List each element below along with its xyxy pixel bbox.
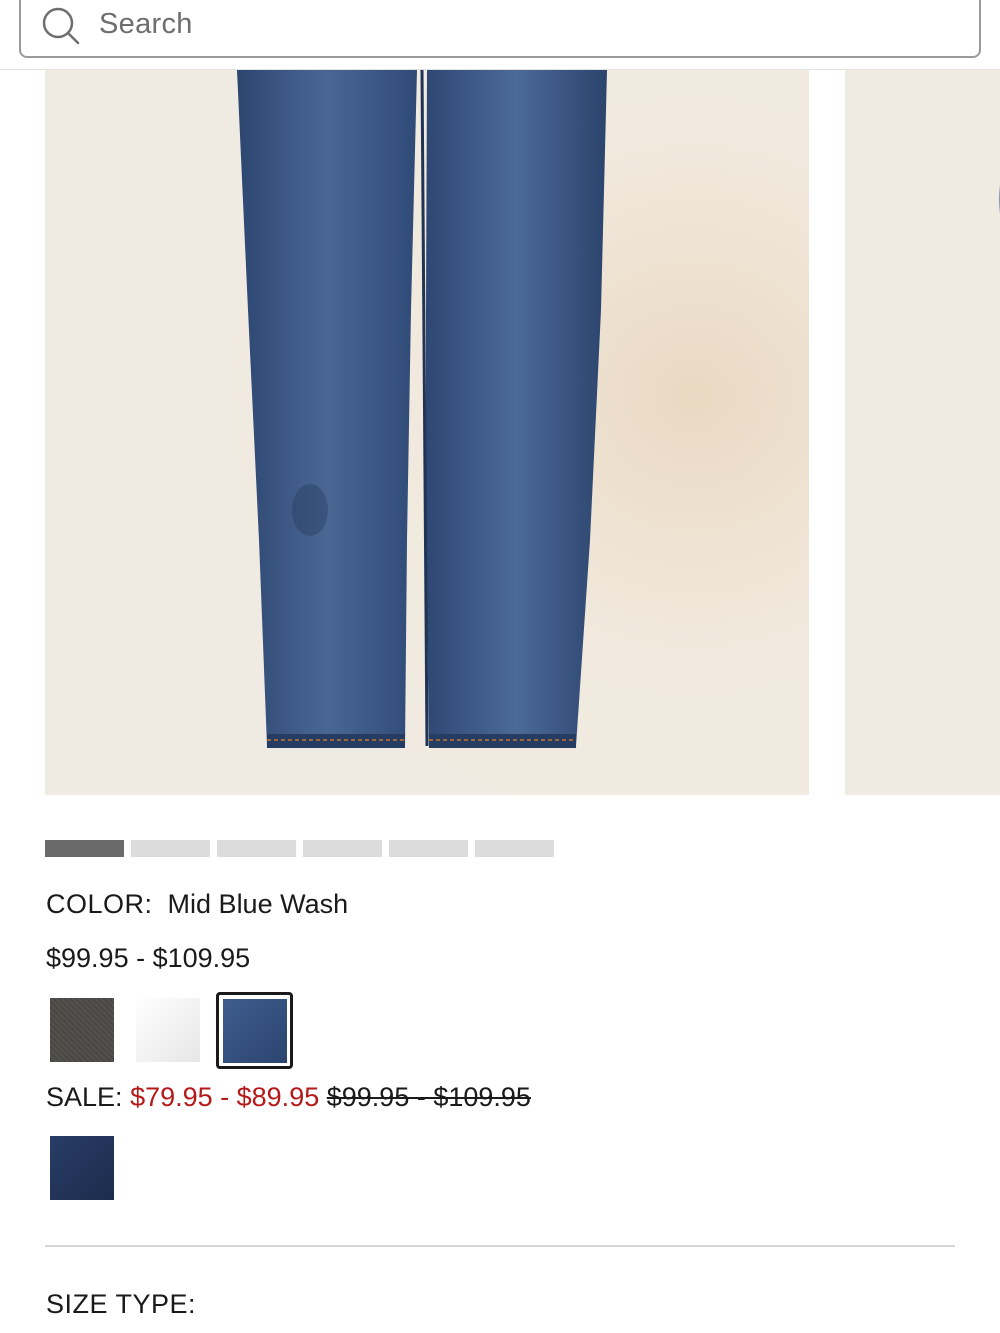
color-label: COLOR: <box>46 889 153 919</box>
image-pager <box>45 840 554 857</box>
search-input[interactable]: Search <box>19 0 981 58</box>
section-divider <box>45 1245 955 1247</box>
pager-dot-4[interactable] <box>303 840 382 857</box>
swatch-charcoal[interactable] <box>50 998 114 1062</box>
product-image-carousel[interactable] <box>0 70 1000 796</box>
swatch-mid-blue-wash[interactable] <box>223 999 287 1063</box>
search-icon <box>42 7 80 45</box>
price-range: $99.95 - $109.95 <box>46 943 251 973</box>
pager-dot-2[interactable] <box>131 840 210 857</box>
pager-dot-3[interactable] <box>217 840 296 857</box>
sale-label: SALE: <box>46 1082 123 1112</box>
pager-dot-6[interactable] <box>475 840 554 857</box>
color-selection: COLOR: Mid Blue Wash <box>46 889 348 920</box>
color-value: Mid Blue Wash <box>167 889 349 919</box>
pager-dot-5[interactable] <box>389 840 468 857</box>
swatch-sale-dark-blue[interactable] <box>50 1136 114 1200</box>
top-bar: Search <box>0 0 1000 70</box>
size-type-label: SIZE TYPE: <box>46 1289 197 1319</box>
search-placeholder: Search <box>99 8 193 40</box>
product-image-jeans[interactable] <box>45 70 809 795</box>
product-image-next[interactable] <box>845 70 1000 795</box>
original-price: $99.95 - $109.95 <box>326 1082 531 1112</box>
pager-dot-1[interactable] <box>45 840 124 857</box>
swatch-white[interactable] <box>136 998 200 1062</box>
sale-price: $79.95 - $89.95 <box>130 1082 320 1112</box>
sale-price-line: SALE: $79.95 - $89.95 $99.95 - $109.95 <box>46 1082 531 1113</box>
